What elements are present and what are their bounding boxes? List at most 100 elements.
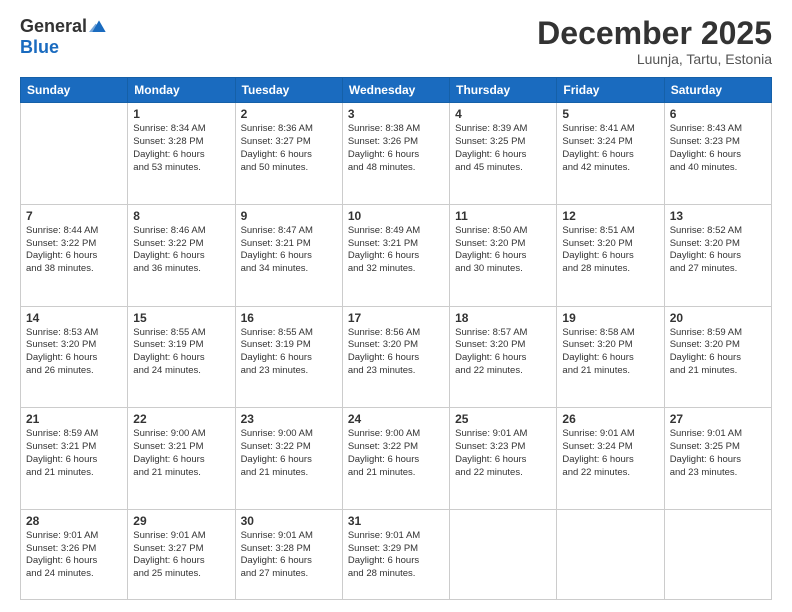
daylight-line2: and 27 minutes. bbox=[670, 263, 766, 276]
calendar-day-cell: 28 Sunrise: 9:01 AMSunset: 3:26 PMDayligh… bbox=[21, 509, 128, 599]
calendar-day-cell: 11Sunrise: 8:50 AMSunset: 3:20 PMDayligh… bbox=[450, 204, 557, 306]
daylight-line1: Daylight: 6 hours bbox=[670, 352, 766, 365]
day-number: 11 bbox=[455, 209, 551, 223]
day-number: 8 bbox=[133, 209, 229, 223]
sunset-text: Sunset: 3:26 PM bbox=[26, 543, 122, 556]
sunset-text: Sunset: 3:21 PM bbox=[133, 441, 229, 454]
day-number: 10 bbox=[348, 209, 444, 223]
sunrise-text: Sunrise: 9:01 AM bbox=[26, 530, 122, 543]
daylight-line2: and 23 minutes. bbox=[348, 365, 444, 378]
daylight-line2: and 25 minutes. bbox=[133, 568, 229, 581]
day-number: 18 bbox=[455, 311, 551, 325]
day-info: Sunrise: 9:01 AMSunset: 3:26 PMDaylight:… bbox=[26, 530, 122, 581]
sunrise-text: Sunrise: 9:01 AM bbox=[562, 428, 658, 441]
header-friday: Friday bbox=[557, 78, 664, 103]
sunrise-text: Sunrise: 8:58 AM bbox=[562, 327, 658, 340]
sunset-text: Sunset: 3:28 PM bbox=[241, 543, 337, 556]
daylight-line2: and 23 minutes. bbox=[241, 365, 337, 378]
daylight-line2: and 50 minutes. bbox=[241, 162, 337, 175]
sunset-text: Sunset: 3:24 PM bbox=[562, 136, 658, 149]
sunset-text: Sunset: 3:28 PM bbox=[133, 136, 229, 149]
day-info: Sunrise: 8:55 AMSunset: 3:19 PMDaylight:… bbox=[241, 327, 337, 378]
day-number: 12 bbox=[562, 209, 658, 223]
calendar-day-cell: 5Sunrise: 8:41 AMSunset: 3:24 PMDaylight… bbox=[557, 103, 664, 205]
sunset-text: Sunset: 3:20 PM bbox=[562, 238, 658, 251]
day-number: 28 bbox=[26, 514, 122, 528]
daylight-line1: Daylight: 6 hours bbox=[348, 555, 444, 568]
daylight-line2: and 28 minutes. bbox=[348, 568, 444, 581]
sunset-text: Sunset: 3:22 PM bbox=[26, 238, 122, 251]
calendar-day-cell bbox=[557, 509, 664, 599]
day-info: Sunrise: 9:01 AMSunset: 3:27 PMDaylight:… bbox=[133, 530, 229, 581]
day-number: 19 bbox=[562, 311, 658, 325]
sunrise-text: Sunrise: 8:39 AM bbox=[455, 123, 551, 136]
day-info: Sunrise: 8:55 AMSunset: 3:19 PMDaylight:… bbox=[133, 327, 229, 378]
sunset-text: Sunset: 3:23 PM bbox=[670, 136, 766, 149]
sunrise-text: Sunrise: 8:36 AM bbox=[241, 123, 337, 136]
calendar-day-cell: 31 Sunrise: 9:01 AMSunset: 3:29 PMDayligh… bbox=[342, 509, 449, 599]
sunrise-text: Sunrise: 8:49 AM bbox=[348, 225, 444, 238]
daylight-line2: and 21 minutes. bbox=[562, 365, 658, 378]
daylight-line2: and 22 minutes. bbox=[455, 467, 551, 480]
sunset-text: Sunset: 3:20 PM bbox=[348, 339, 444, 352]
sunset-text: Sunset: 3:24 PM bbox=[562, 441, 658, 454]
sunset-text: Sunset: 3:22 PM bbox=[348, 441, 444, 454]
day-info: Sunrise: 8:39 AMSunset: 3:25 PMDaylight:… bbox=[455, 123, 551, 174]
daylight-line1: Daylight: 6 hours bbox=[562, 250, 658, 263]
day-info: Sunrise: 8:52 AMSunset: 3:20 PMDaylight:… bbox=[670, 225, 766, 276]
day-number: 20 bbox=[670, 311, 766, 325]
calendar-day-cell bbox=[664, 509, 771, 599]
sunrise-text: Sunrise: 8:52 AM bbox=[670, 225, 766, 238]
sunset-text: Sunset: 3:21 PM bbox=[26, 441, 122, 454]
daylight-line1: Daylight: 6 hours bbox=[241, 555, 337, 568]
location-subtitle: Luunja, Tartu, Estonia bbox=[537, 51, 772, 67]
daylight-line1: Daylight: 6 hours bbox=[348, 352, 444, 365]
daylight-line2: and 21 minutes. bbox=[670, 365, 766, 378]
daylight-line2: and 21 minutes. bbox=[241, 467, 337, 480]
sunrise-text: Sunrise: 8:59 AM bbox=[26, 428, 122, 441]
sunrise-text: Sunrise: 8:44 AM bbox=[26, 225, 122, 238]
calendar-day-cell: 20Sunrise: 8:59 AMSunset: 3:20 PMDayligh… bbox=[664, 306, 771, 408]
day-number: 31 bbox=[348, 514, 444, 528]
daylight-line2: and 23 minutes. bbox=[670, 467, 766, 480]
day-info: Sunrise: 9:01 AMSunset: 3:23 PMDaylight:… bbox=[455, 428, 551, 479]
sunrise-text: Sunrise: 9:01 AM bbox=[455, 428, 551, 441]
day-info: Sunrise: 9:00 AMSunset: 3:21 PMDaylight:… bbox=[133, 428, 229, 479]
day-info: Sunrise: 8:46 AMSunset: 3:22 PMDaylight:… bbox=[133, 225, 229, 276]
day-info: Sunrise: 8:34 AMSunset: 3:28 PMDaylight:… bbox=[133, 123, 229, 174]
calendar-day-cell: 12Sunrise: 8:51 AMSunset: 3:20 PMDayligh… bbox=[557, 204, 664, 306]
sunset-text: Sunset: 3:20 PM bbox=[562, 339, 658, 352]
day-number: 1 bbox=[133, 107, 229, 121]
daylight-line1: Daylight: 6 hours bbox=[241, 250, 337, 263]
daylight-line1: Daylight: 6 hours bbox=[455, 454, 551, 467]
daylight-line2: and 38 minutes. bbox=[26, 263, 122, 276]
daylight-line2: and 24 minutes. bbox=[26, 568, 122, 581]
calendar-day-cell: 15Sunrise: 8:55 AMSunset: 3:19 PMDayligh… bbox=[128, 306, 235, 408]
day-info: Sunrise: 9:01 AMSunset: 3:29 PMDaylight:… bbox=[348, 530, 444, 581]
daylight-line1: Daylight: 6 hours bbox=[133, 149, 229, 162]
day-info: Sunrise: 8:43 AMSunset: 3:23 PMDaylight:… bbox=[670, 123, 766, 174]
sunset-text: Sunset: 3:27 PM bbox=[241, 136, 337, 149]
header-thursday: Thursday bbox=[450, 78, 557, 103]
sunset-text: Sunset: 3:22 PM bbox=[133, 238, 229, 251]
daylight-line2: and 22 minutes. bbox=[562, 467, 658, 480]
sunrise-text: Sunrise: 9:01 AM bbox=[133, 530, 229, 543]
day-number: 5 bbox=[562, 107, 658, 121]
calendar-day-cell: 23Sunrise: 9:00 AMSunset: 3:22 PMDayligh… bbox=[235, 408, 342, 510]
sunrise-text: Sunrise: 8:56 AM bbox=[348, 327, 444, 340]
logo-blue-text: Blue bbox=[20, 37, 59, 58]
sunset-text: Sunset: 3:20 PM bbox=[455, 238, 551, 251]
calendar-day-cell bbox=[21, 103, 128, 205]
calendar-day-cell: 4Sunrise: 8:39 AMSunset: 3:25 PMDaylight… bbox=[450, 103, 557, 205]
day-number: 16 bbox=[241, 311, 337, 325]
daylight-line2: and 21 minutes. bbox=[348, 467, 444, 480]
header-tuesday: Tuesday bbox=[235, 78, 342, 103]
day-number: 13 bbox=[670, 209, 766, 223]
sunrise-text: Sunrise: 8:55 AM bbox=[133, 327, 229, 340]
sunrise-text: Sunrise: 9:01 AM bbox=[348, 530, 444, 543]
header: General Blue December 2025 Luunja, Tartu… bbox=[20, 16, 772, 67]
day-number: 23 bbox=[241, 412, 337, 426]
day-number: 24 bbox=[348, 412, 444, 426]
day-info: Sunrise: 8:38 AMSunset: 3:26 PMDaylight:… bbox=[348, 123, 444, 174]
day-number: 21 bbox=[26, 412, 122, 426]
